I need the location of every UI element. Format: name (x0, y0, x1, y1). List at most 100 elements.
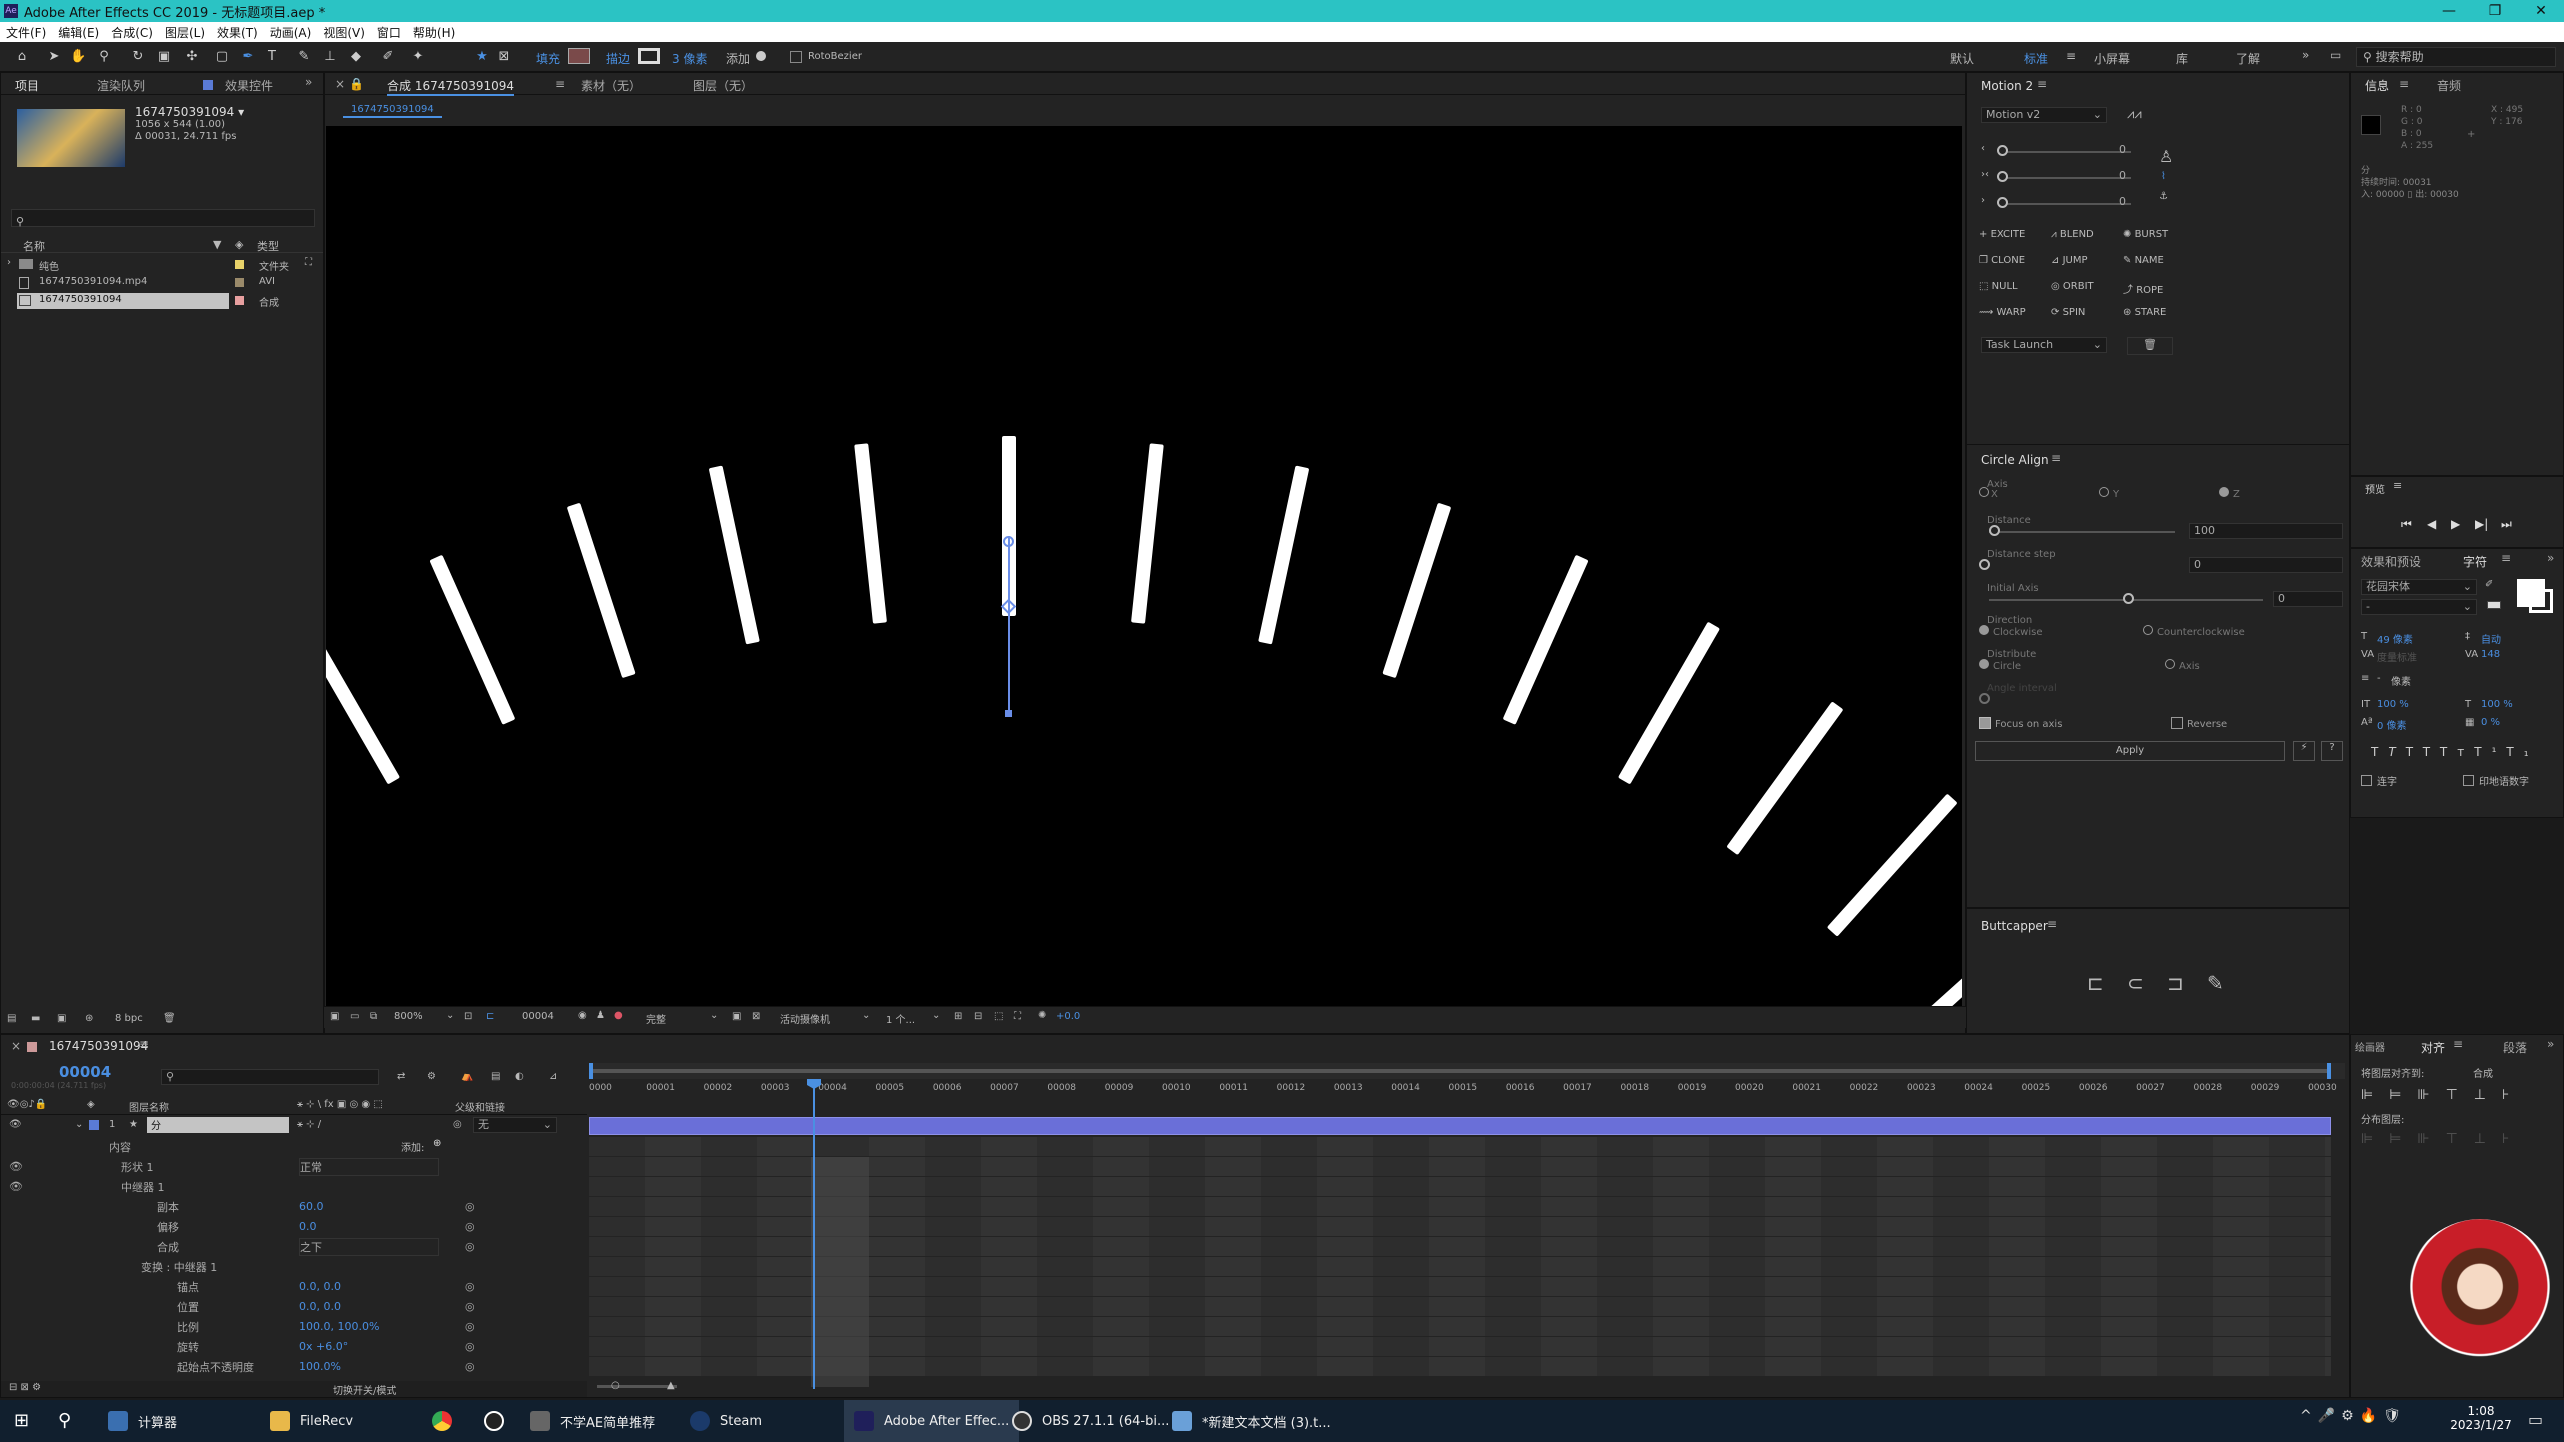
fill-label[interactable]: 填充 (536, 50, 560, 67)
apply-button[interactable]: Apply (1975, 741, 2285, 761)
last-frame-icon[interactable]: ⏭ (2501, 517, 2512, 532)
pickwhip-icon[interactable]: ◎ (453, 1119, 462, 1130)
timeline-search-input[interactable]: ⚲ (161, 1069, 379, 1085)
workspace-standard[interactable]: 标准 (2024, 50, 2048, 67)
notification-icon[interactable]: ▭ (2528, 1410, 2543, 1429)
tsume-value[interactable]: 0 % (2481, 717, 2500, 728)
panel-menu-icon[interactable]: ≡ (2393, 479, 2402, 492)
panel-menu-icon[interactable]: ≡ (2453, 1037, 2463, 1051)
path-vertex-handle[interactable] (1005, 710, 1012, 717)
panel-expand-icon[interactable]: » (2547, 551, 2554, 565)
round-cap-icon[interactable]: ⊂ (2127, 971, 2144, 995)
tab-effect-controls[interactable]: 效果控件 (225, 77, 273, 94)
table-row[interactable]: 合成 之下 ◎ (1, 1237, 587, 1256)
link-icon[interactable]: ⚡ (2293, 741, 2315, 761)
no-stroke-icon[interactable] (2487, 601, 2501, 609)
work-area-start-handle[interactable] (589, 1063, 593, 1079)
align-target-select[interactable]: 合成 (2473, 1065, 2493, 1080)
property-value[interactable]: 0x +6.0° (299, 1340, 348, 1353)
current-time-indicator[interactable] (813, 1079, 815, 1389)
color-channel-icon[interactable]: ● (614, 1010, 623, 1021)
close-icon[interactable]: ✕ (2518, 3, 2564, 19)
show-snapshot-icon[interactable]: ♟ (596, 1010, 605, 1021)
column-type[interactable]: 类型 (257, 238, 279, 254)
star-icon[interactable]: ★ (474, 49, 490, 65)
exposure-icon[interactable]: ✺ (1038, 1010, 1046, 1021)
table-row[interactable]: 副本 60.0 ◎ (1, 1197, 587, 1216)
current-frame[interactable]: 00004 (522, 1011, 554, 1022)
font-style-select[interactable]: - ⌄ (2361, 599, 2477, 615)
slider-knob[interactable] (1997, 171, 2008, 182)
trash-icon[interactable]: 🗑 (163, 1013, 176, 1024)
text-tool-icon[interactable]: T (264, 49, 280, 65)
panel-menu-icon[interactable]: ≡ (2047, 917, 2057, 931)
puppet-tool-icon[interactable]: ✦ (410, 49, 426, 65)
property-value[interactable]: 之下 (299, 1237, 439, 1256)
new-folder-icon[interactable]: ▬ (31, 1013, 40, 1024)
motion-preset-select[interactable]: Motion v2 ⌄ (1981, 107, 2107, 123)
tab-character[interactable]: 字符 (2463, 553, 2487, 570)
chevron-down-icon[interactable]: ⌄ (932, 1010, 940, 1021)
table-row[interactable]: 锚点 0.0, 0.0 ◎ (1, 1277, 587, 1296)
tab-align[interactable]: 对齐 (2421, 1039, 2445, 1056)
taskbar-notepad[interactable]: *新建文本文档 (3).t... (1172, 1400, 1331, 1442)
next-frame-icon[interactable]: ▶| (2475, 517, 2488, 531)
help-icon[interactable]: ? (2321, 741, 2343, 761)
tab-paint[interactable]: 绘画器 (2355, 1039, 2385, 1054)
motion-button-null[interactable]: ⬚ NULL (1979, 281, 2018, 292)
taskbar-after-effects[interactable]: Adobe After Effec... (844, 1400, 1020, 1442)
property-value[interactable]: 100.0% (299, 1360, 341, 1373)
motion-button-rope[interactable]: ⤴ ROPE (2123, 281, 2163, 296)
property-value[interactable]: 正常 (299, 1157, 439, 1176)
layer-name[interactable]: 分 (147, 1117, 289, 1133)
monitor-icon[interactable]: ▭ (350, 1011, 359, 1022)
tab-layer[interactable]: 图层（无） (693, 77, 753, 94)
rotobezier-checkbox[interactable] (790, 51, 802, 63)
tracking-value[interactable]: 148 (2481, 649, 2500, 660)
menu-effect[interactable]: 效果(T) (211, 24, 264, 41)
workspace-default[interactable]: 默认 (1950, 50, 1974, 67)
visibility-eye-icon[interactable]: 👁 (9, 1180, 23, 1193)
stroke-width[interactable]: 3 像素 (672, 50, 707, 67)
ligatures-checkbox[interactable] (2361, 775, 2372, 786)
tab-audio[interactable]: 音频 (2437, 77, 2461, 94)
font-family-select[interactable]: 花园宋体 ⌄ (2361, 579, 2477, 595)
panel-menu-icon[interactable]: ≡ (2037, 77, 2047, 91)
minimize-icon[interactable]: — (2426, 3, 2472, 19)
fit-icon[interactable]: ⊡ (464, 1011, 472, 1022)
motion-button-blend[interactable]: ⩘ BLEND (2051, 229, 2094, 240)
list-item-selected[interactable]: 1674750391094 (17, 293, 229, 309)
composition-name[interactable]: 1674750391094 ▾ (135, 105, 244, 119)
table-row[interactable]: 比例 100.0, 100.0% ◎ (1, 1317, 587, 1336)
slider-knob[interactable]: ○ (611, 1380, 620, 1391)
draft-3d-icon[interactable]: ⚙ (427, 1071, 436, 1082)
column-name[interactable]: 名称 (23, 238, 45, 254)
time-ruler[interactable]: 0000 00001 00002 00003 00004 00005 00006 00007 0… (589, 1079, 2337, 1099)
ease-slider[interactable] (2003, 177, 2131, 179)
table-row[interactable]: 👁 形状 1 正常 (1, 1157, 587, 1176)
taskbar-chrome[interactable] (432, 1400, 462, 1442)
distance-slider[interactable] (1989, 531, 2175, 533)
horizontal-scale-value[interactable]: 100 % (2481, 699, 2513, 710)
workspace-learn[interactable]: 了解 (2236, 50, 2260, 67)
motion2-title[interactable]: Motion 2 (1981, 79, 2033, 93)
task-launch-select[interactable]: Task Launch ⌄ (1981, 337, 2107, 353)
search-icon[interactable]: ⚲ (58, 1410, 71, 1431)
expression-pickwhip-icon[interactable]: ◎ (465, 1200, 475, 1213)
restore-icon[interactable]: ❐ (2472, 3, 2518, 19)
fast-preview-icon[interactable]: ▣ (732, 1011, 741, 1022)
fill-swatch[interactable] (568, 48, 590, 64)
slider-knob[interactable] (2123, 593, 2134, 604)
butt-cap-icon[interactable]: ⊏ (2087, 971, 2104, 995)
exposure-value[interactable]: +0.0 (1056, 1011, 1080, 1022)
motion-button-stare[interactable]: ⊛ STARE (2123, 307, 2166, 318)
stroke-color-swatch[interactable] (2529, 589, 2553, 613)
toggle-pixel-icon[interactable]: ⊞ (954, 1011, 962, 1022)
tab-composition[interactable]: 合成 1674750391094 (387, 77, 515, 96)
toggle-switches-modes[interactable]: 切换开关/模式 (333, 1382, 396, 1397)
taskbar-filerecv[interactable]: FileRecv (270, 1400, 353, 1442)
menu-file[interactable]: 文件(F) (0, 24, 52, 41)
zoom-in-icon[interactable]: ▲ (667, 1380, 675, 1391)
grid-icon[interactable]: ⊟ (974, 1011, 982, 1022)
chevron-down-icon[interactable]: ⌄ (446, 1010, 454, 1021)
